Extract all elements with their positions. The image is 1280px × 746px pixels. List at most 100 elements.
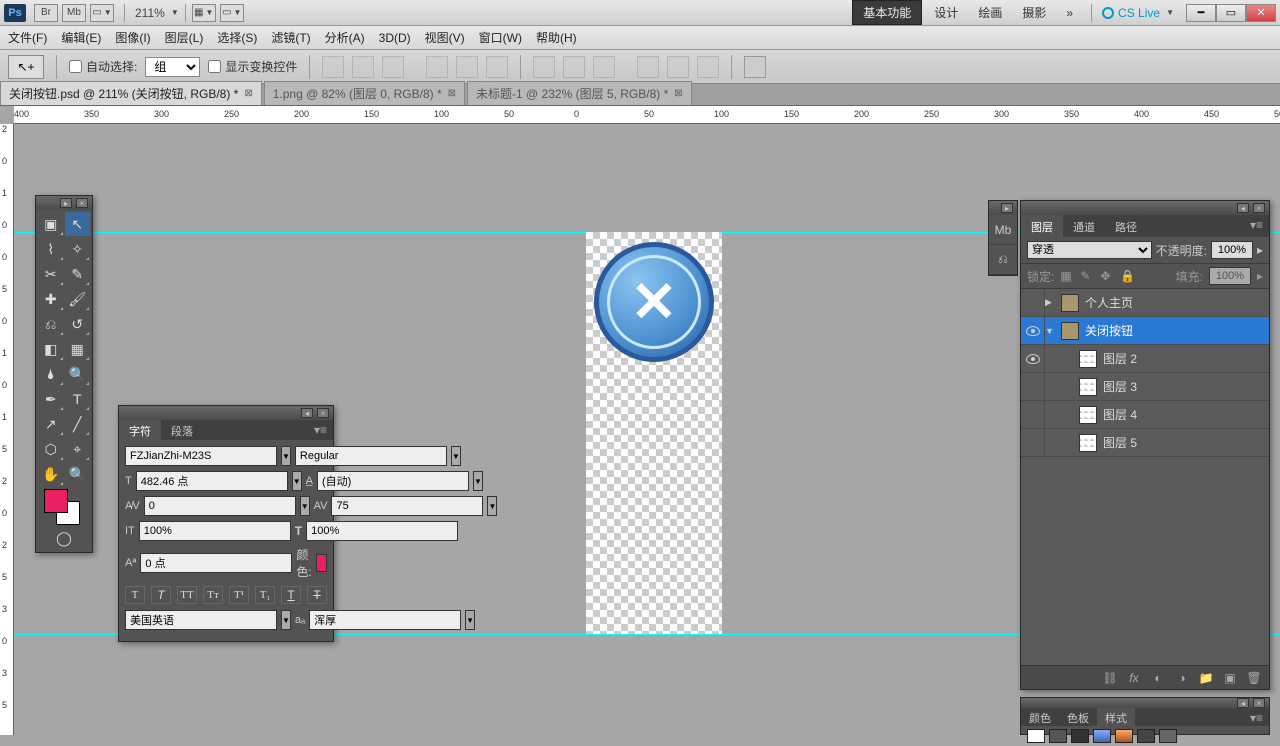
minibridge-dock-icon[interactable]: Mb <box>989 215 1017 245</box>
workspace-active[interactable]: 基本功能 <box>852 0 922 25</box>
char-panel-header[interactable]: ◂ × <box>119 406 333 420</box>
menu-edit[interactable]: 编辑(E) <box>61 29 101 46</box>
foreground-color[interactable] <box>44 489 68 513</box>
workspace-design[interactable]: 设计 <box>926 1 966 24</box>
toolbox-header[interactable]: ▸ × <box>36 196 92 210</box>
dock-header[interactable]: ▸ <box>989 201 1017 215</box>
stamp-tool[interactable]: ⎌ <box>38 312 64 336</box>
menu-help[interactable]: 帮助(H) <box>536 29 577 46</box>
menu-analysis[interactable]: 分析(A) <box>325 29 365 46</box>
collapse-icon[interactable]: ◂ <box>1237 698 1249 708</box>
panel-close-icon[interactable]: × <box>1253 203 1265 213</box>
visibility-toggle[interactable] <box>1021 401 1045 428</box>
quickmask-tool[interactable]: ◯ <box>38 526 90 550</box>
collapse-icon[interactable]: ◂ <box>301 408 313 418</box>
maximize-button[interactable]: ▭ <box>1216 4 1246 22</box>
tab-styles[interactable]: 样式 <box>1097 708 1135 726</box>
workspace-paint[interactable]: 绘画 <box>970 1 1010 24</box>
style-swatch[interactable] <box>1049 729 1067 743</box>
font-dropdown-icon[interactable]: ▼ <box>281 446 291 466</box>
visibility-toggle[interactable] <box>1021 429 1045 456</box>
current-tool-icon[interactable]: ↖+ <box>8 55 44 79</box>
tab-paths[interactable]: 路径 <box>1105 215 1147 237</box>
menu-image[interactable]: 图像(I) <box>115 29 150 46</box>
panel-close-icon[interactable]: × <box>317 408 329 418</box>
align-right-icon[interactable] <box>486 56 508 78</box>
layer-thumbnail[interactable] <box>1079 434 1097 452</box>
faux-italic-icon[interactable]: T <box>151 586 171 604</box>
folder-arrow-icon[interactable]: ▶ <box>1045 297 1055 308</box>
menu-view[interactable]: 视图(V) <box>425 29 465 46</box>
lasso-tool[interactable]: ⌇ <box>38 237 64 261</box>
tab-channels[interactable]: 通道 <box>1063 215 1105 237</box>
menu-filter[interactable]: 滤镜(T) <box>271 29 310 46</box>
layer-thumbnail[interactable] <box>1061 322 1079 340</box>
tab-swatches[interactable]: 色板 <box>1059 708 1097 726</box>
swap-colors-icon[interactable] <box>42 515 52 525</box>
strip-header[interactable]: ◂× <box>1021 698 1269 708</box>
ruler-horizontal[interactable]: 4003503002502001501005005010015020025030… <box>14 106 1280 124</box>
opacity-input[interactable] <box>1211 241 1253 259</box>
layers-header[interactable]: ◂ × <box>1021 201 1269 215</box>
align-vcenter-icon[interactable] <box>352 56 374 78</box>
folder-arrow-icon[interactable]: ▼ <box>1045 326 1055 336</box>
track-dropdown-icon[interactable]: ▼ <box>487 496 497 516</box>
heal-tool[interactable]: ✚ <box>38 287 64 311</box>
align-hcenter-icon[interactable] <box>456 56 478 78</box>
vscale-input[interactable] <box>139 521 291 541</box>
distribute-left-icon[interactable] <box>637 56 659 78</box>
menu-file[interactable]: 文件(F) <box>8 29 47 46</box>
layer-thumbnail[interactable] <box>1079 406 1097 424</box>
screen-mode-icon[interactable]: ▭▼ <box>220 4 244 22</box>
style-swatch[interactable] <box>1115 729 1133 743</box>
menu-3d[interactable]: 3D(D) <box>379 31 411 45</box>
align-top-icon[interactable] <box>322 56 344 78</box>
view-extras-icon[interactable]: ▭▼ <box>90 4 114 22</box>
layer-thumbnail[interactable] <box>1079 378 1097 396</box>
path-select-tool[interactable]: ↗ <box>38 412 64 436</box>
brush-tool[interactable]: 🖌 <box>65 287 91 311</box>
layer-name[interactable]: 图层 5 <box>1103 434 1137 451</box>
workspace-photo[interactable]: 摄影 <box>1014 1 1054 24</box>
zoom-tool[interactable]: 🔍 <box>65 462 91 486</box>
layer-name[interactable]: 图层 3 <box>1103 378 1137 395</box>
adjustment-layer-icon[interactable]: ◑ <box>1173 670 1191 686</box>
ruler-vertical[interactable]: 2010050101520253035 <box>0 124 14 735</box>
collapse-icon[interactable]: ▸ <box>60 198 72 208</box>
new-layer-icon[interactable]: ▣ <box>1221 670 1239 686</box>
show-transform-checkbox[interactable]: 显示变换控件 <box>208 58 297 75</box>
auto-select-target[interactable]: 组 <box>145 57 200 77</box>
panel-menu-icon[interactable]: ▾≡ <box>1244 708 1269 726</box>
gradient-tool[interactable]: ▦ <box>65 337 91 361</box>
visibility-toggle[interactable] <box>1021 345 1045 372</box>
minimize-button[interactable]: ━ <box>1186 4 1216 22</box>
history-dock-icon[interactable]: ⎌ <box>989 245 1017 275</box>
3d-tool[interactable]: ⬡ <box>38 437 64 461</box>
bridge-icon[interactable]: Br <box>34 4 58 22</box>
menu-select[interactable]: 选择(S) <box>217 29 257 46</box>
text-color-swatch[interactable] <box>316 554 327 572</box>
distribute-right-icon[interactable] <box>697 56 719 78</box>
visibility-toggle[interactable] <box>1021 289 1045 316</box>
panel-close-icon[interactable]: × <box>76 198 88 208</box>
delete-layer-icon[interactable]: 🗑 <box>1245 670 1263 686</box>
visibility-toggle[interactable] <box>1021 317 1045 344</box>
blend-mode-select[interactable]: 穿透 <box>1027 241 1152 259</box>
zoom-level[interactable]: 211% <box>135 6 165 20</box>
layer-fx-icon[interactable]: fx <box>1125 670 1143 686</box>
eraser-tool[interactable]: ◧ <box>38 337 64 361</box>
lock-all-icon[interactable]: 🔒 <box>1120 269 1134 283</box>
layer-item[interactable]: 图层 5 <box>1021 429 1269 457</box>
style-swatch[interactable] <box>1093 729 1111 743</box>
new-group-icon[interactable]: 📁 <box>1197 670 1215 686</box>
layer-item[interactable]: 图层 4 <box>1021 401 1269 429</box>
doc-tab-0[interactable]: 关闭按钮.psd @ 211% (关闭按钮, RGB/8) *⊠ <box>0 81 262 105</box>
layer-item[interactable]: ▶个人主页 <box>1021 289 1269 317</box>
style-swatch[interactable] <box>1137 729 1155 743</box>
distribute-vcenter-icon[interactable] <box>563 56 585 78</box>
antialiasing-input[interactable] <box>309 610 461 630</box>
workspace-more[interactable]: » <box>1058 3 1081 23</box>
font-style-input[interactable] <box>295 446 447 466</box>
hscale-input[interactable] <box>306 521 458 541</box>
size-dropdown-icon[interactable]: ▼ <box>292 471 302 491</box>
